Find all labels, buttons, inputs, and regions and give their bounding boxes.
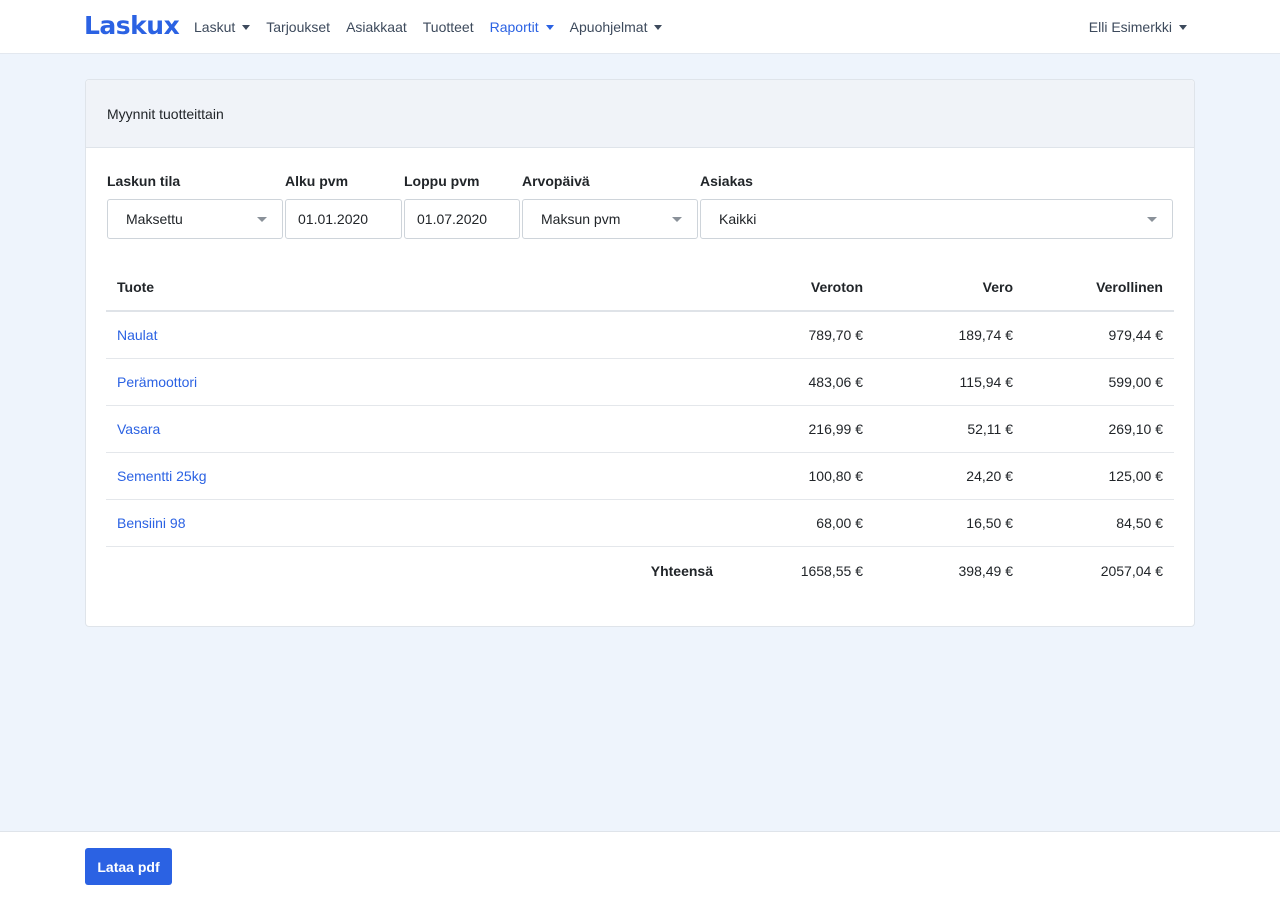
total-vat: 398,49 € [958, 562, 1014, 579]
table-header: Tuote Veroton Vero Verollinen [106, 264, 1174, 312]
footer-bar: Lataa pdf [0, 831, 1280, 899]
gross-amount: 269,10 € [1108, 421, 1164, 437]
product-link[interactable]: Naulat [117, 312, 157, 358]
filter-customer: Asiakas [700, 172, 753, 190]
filter-end-date: Loppu pvm [404, 172, 479, 190]
vat-amount: 189,74 € [958, 327, 1014, 343]
product-link[interactable]: Vasara [117, 406, 160, 452]
total-net: 1658,55 € [800, 562, 863, 579]
vat-amount: 115,94 € [959, 374, 1013, 390]
table-row: Naulat 789,70 € 189,74 € 979,44 € [106, 312, 1174, 359]
dropdown-arrow-icon [1147, 217, 1157, 222]
table-row: Vasara 216,99 € 52,11 € 269,10 € [106, 406, 1174, 453]
filter-label: Alku pvm [285, 173, 349, 189]
nav-item-raportit[interactable]: Raportit [490, 19, 554, 35]
nav-item-label: Tuotteet [422, 19, 474, 35]
vat-amount: 16,50 € [966, 515, 1013, 531]
end-date-value: 01.07.2020 [417, 211, 488, 227]
sales-table: Tuote Veroton Vero Verollinen Naulat 789… [106, 264, 1174, 594]
nav-item-laskut[interactable]: Laskut [194, 19, 251, 35]
nav-item-tuotteet[interactable]: Tuotteet [423, 19, 474, 35]
filter-label: Arvopäivä [522, 173, 590, 189]
column-header-gross[interactable]: Verollinen [1096, 264, 1163, 310]
column-header-net[interactable]: Veroton [811, 264, 863, 310]
dropdown-arrow-icon [257, 217, 267, 222]
gross-amount: 979,44 € [1108, 327, 1164, 343]
nav-item-label: Asiakkaat [346, 19, 407, 35]
filter-label: Asiakas [700, 173, 753, 189]
vat-amount: 52,11 € [967, 421, 1013, 437]
nav-item-asiakkaat[interactable]: Asiakkaat [346, 19, 407, 35]
end-date-input[interactable]: 01.07.2020 [404, 199, 520, 239]
caret-down-icon [242, 24, 251, 30]
user-menu[interactable]: Elli Esimerkki [1089, 0, 1187, 54]
filter-label: Laskun tila [107, 173, 181, 189]
start-date-input[interactable]: 01.01.2020 [285, 199, 402, 239]
net-amount: 216,99 € [808, 421, 864, 437]
product-link[interactable]: Perämoottori [117, 359, 197, 405]
top-navbar: Laskux Laskut Tarjoukset Asiakkaat Tuott… [0, 0, 1280, 54]
gross-amount: 84,50 € [1116, 515, 1163, 531]
user-name: Elli Esimerkki [1088, 19, 1172, 35]
caret-down-icon [1179, 24, 1187, 30]
table-row: Perämoottori 483,06 € 115,94 € 599,00 € [106, 359, 1174, 406]
value-date-select-value: Maksun pvm [541, 211, 621, 227]
report-card: Myynnit tuotteittain Laskun tila Alku pv… [85, 79, 1195, 627]
vat-amount: 24,20 € [966, 468, 1013, 484]
gross-amount: 599,00 € [1108, 374, 1164, 390]
nav-item-label: Raportit [489, 19, 539, 35]
table-row: Bensiini 98 68,00 € 16,50 € 84,50 € [106, 500, 1174, 547]
card-header: Myynnit tuotteittain [86, 80, 1194, 148]
start-date-value: 01.01.2020 [298, 211, 369, 227]
net-amount: 68,00 € [816, 515, 863, 531]
value-date-select[interactable]: Maksun pvm [522, 199, 698, 239]
customer-select[interactable]: Kaikki [700, 199, 1173, 239]
status-select[interactable]: Maksettu [107, 199, 283, 239]
nav-item-tarjoukset[interactable]: Tarjoukset [266, 19, 330, 35]
main-nav: Laskut Tarjoukset Asiakkaat Tuotteet Rap… [194, 0, 678, 54]
dropdown-arrow-icon [672, 217, 682, 222]
gross-amount: 125,00 € [1108, 468, 1164, 484]
nav-item-label: Tarjoukset [266, 19, 331, 35]
net-amount: 483,06 € [808, 374, 864, 390]
report-title: Myynnit tuotteittain [107, 105, 224, 122]
table-row: Sementti 25kg 100,80 € 24,20 € 125,00 € [106, 453, 1174, 500]
caret-down-icon [654, 24, 663, 30]
product-link[interactable]: Sementti 25kg [117, 453, 207, 499]
customer-select-value: Kaikki [719, 211, 757, 227]
caret-down-icon [545, 24, 554, 30]
product-link[interactable]: Bensiini 98 [117, 500, 186, 546]
nav-item-label: Laskut [194, 19, 236, 35]
total-gross: 2057,04 € [1100, 562, 1163, 579]
net-amount: 100,80 € [808, 468, 864, 484]
filter-value-date: Arvopäivä [522, 172, 590, 190]
total-label: Yhteensä [650, 562, 713, 579]
filter-start-date: Alku pvm [285, 172, 348, 190]
table-total-row: Yhteensä 1658,55 € 398,49 € 2057,04 € [106, 547, 1174, 594]
column-header-product[interactable]: Tuote [117, 264, 154, 310]
filter-status: Laskun tila [107, 172, 180, 190]
download-pdf-button[interactable]: Lataa pdf [85, 848, 172, 885]
status-select-value: Maksettu [126, 211, 183, 227]
nav-item-label: Apuohjelmat [569, 19, 648, 35]
net-amount: 789,70 € [808, 327, 864, 343]
filter-label: Loppu pvm [404, 173, 480, 189]
column-header-vat[interactable]: Vero [983, 264, 1013, 310]
brand-logo[interactable]: Laskux [84, 11, 180, 41]
nav-item-apuohjelmat[interactable]: Apuohjelmat [570, 19, 663, 35]
